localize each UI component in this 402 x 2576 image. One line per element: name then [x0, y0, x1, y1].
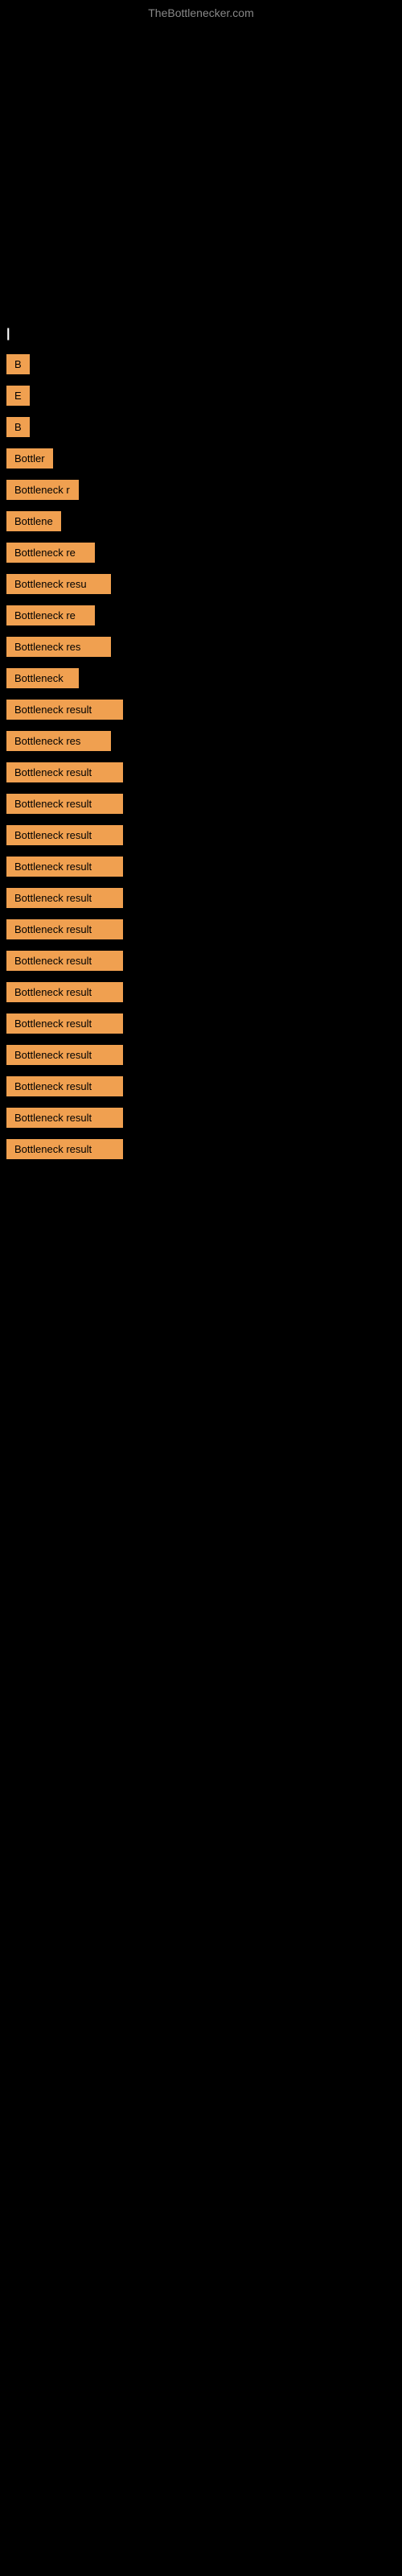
- list-item: Bottleneck result: [0, 695, 402, 724]
- bottleneck-result-badge: Bottleneck res: [6, 731, 111, 751]
- bottleneck-result-badge: Bottleneck resu: [6, 574, 111, 594]
- site-title: TheBottlenecker.com: [148, 6, 254, 19]
- bottleneck-result-badge: Bottleneck result: [6, 857, 123, 877]
- list-item: Bottleneck result: [0, 914, 402, 944]
- section-label: |: [0, 322, 402, 346]
- list-item: Bottlene: [0, 506, 402, 536]
- bottleneck-result-badge: Bottleneck result: [6, 1139, 123, 1159]
- bottleneck-result-badge: Bottleneck result: [6, 825, 123, 845]
- bottleneck-result-badge: Bottleneck result: [6, 1013, 123, 1034]
- bottleneck-result-badge: Bottleneck re: [6, 605, 95, 625]
- bottleneck-result-badge: B: [6, 417, 30, 437]
- bottleneck-result-badge: Bottleneck result: [6, 700, 123, 720]
- bottleneck-result-badge: Bottleneck res: [6, 637, 111, 657]
- list-item: Bottleneck re: [0, 601, 402, 630]
- list-item: Bottleneck result: [0, 1071, 402, 1101]
- list-item: Bottleneck result: [0, 1103, 402, 1133]
- content-area: | BEB Bottler Bottleneck r Bottlene Bottlene…: [0, 322, 402, 1166]
- bottleneck-result-badge: Bottleneck r: [6, 480, 79, 500]
- list-item: Bottleneck result: [0, 946, 402, 976]
- list-item: Bottleneck result: [0, 1040, 402, 1070]
- list-item: Bottleneck result: [0, 789, 402, 819]
- bottleneck-result-badge: Bottleneck: [6, 668, 79, 688]
- bottleneck-result-badge: Bottleneck result: [6, 888, 123, 908]
- list-item: B: [0, 349, 402, 379]
- bottleneck-result-badge: Bottleneck result: [6, 951, 123, 971]
- list-item: Bottleneck res: [0, 726, 402, 756]
- bottleneck-result-badge: Bottlene: [6, 511, 61, 531]
- bottleneck-result-badge: Bottleneck result: [6, 1076, 123, 1096]
- list-item: Bottler: [0, 444, 402, 473]
- bottleneck-result-badge: Bottleneck result: [6, 794, 123, 814]
- list-item: Bottleneck result: [0, 1009, 402, 1038]
- list-item: Bottleneck resu: [0, 569, 402, 599]
- list-item: B: [0, 412, 402, 442]
- bottleneck-result-badge: B: [6, 354, 30, 374]
- list-item: Bottleneck result: [0, 852, 402, 881]
- list-item: Bottleneck re: [0, 538, 402, 568]
- bottleneck-result-badge: Bottleneck result: [6, 1108, 123, 1128]
- bottleneck-result-badge: Bottleneck result: [6, 1045, 123, 1065]
- list-item: Bottleneck result: [0, 820, 402, 850]
- list-item: Bottleneck result: [0, 883, 402, 913]
- list-item: Bottleneck res: [0, 632, 402, 662]
- list-item: Bottleneck result: [0, 758, 402, 787]
- bottleneck-result-badge: Bottleneck re: [6, 543, 95, 563]
- bottleneck-result-badge: Bottleneck result: [6, 762, 123, 782]
- list-item: E: [0, 381, 402, 411]
- list-item: Bottleneck r: [0, 475, 402, 505]
- list-item: Bottleneck: [0, 663, 402, 693]
- items-container: BEB Bottler Bottleneck r Bottlene Bottleneck…: [0, 349, 402, 1164]
- list-item: Bottleneck result: [0, 977, 402, 1007]
- bottleneck-result-badge: Bottleneck result: [6, 919, 123, 939]
- list-item: Bottleneck result: [0, 1134, 402, 1164]
- bottleneck-result-badge: Bottleneck result: [6, 982, 123, 1002]
- bottleneck-result-badge: Bottler: [6, 448, 53, 469]
- bottleneck-result-badge: E: [6, 386, 30, 406]
